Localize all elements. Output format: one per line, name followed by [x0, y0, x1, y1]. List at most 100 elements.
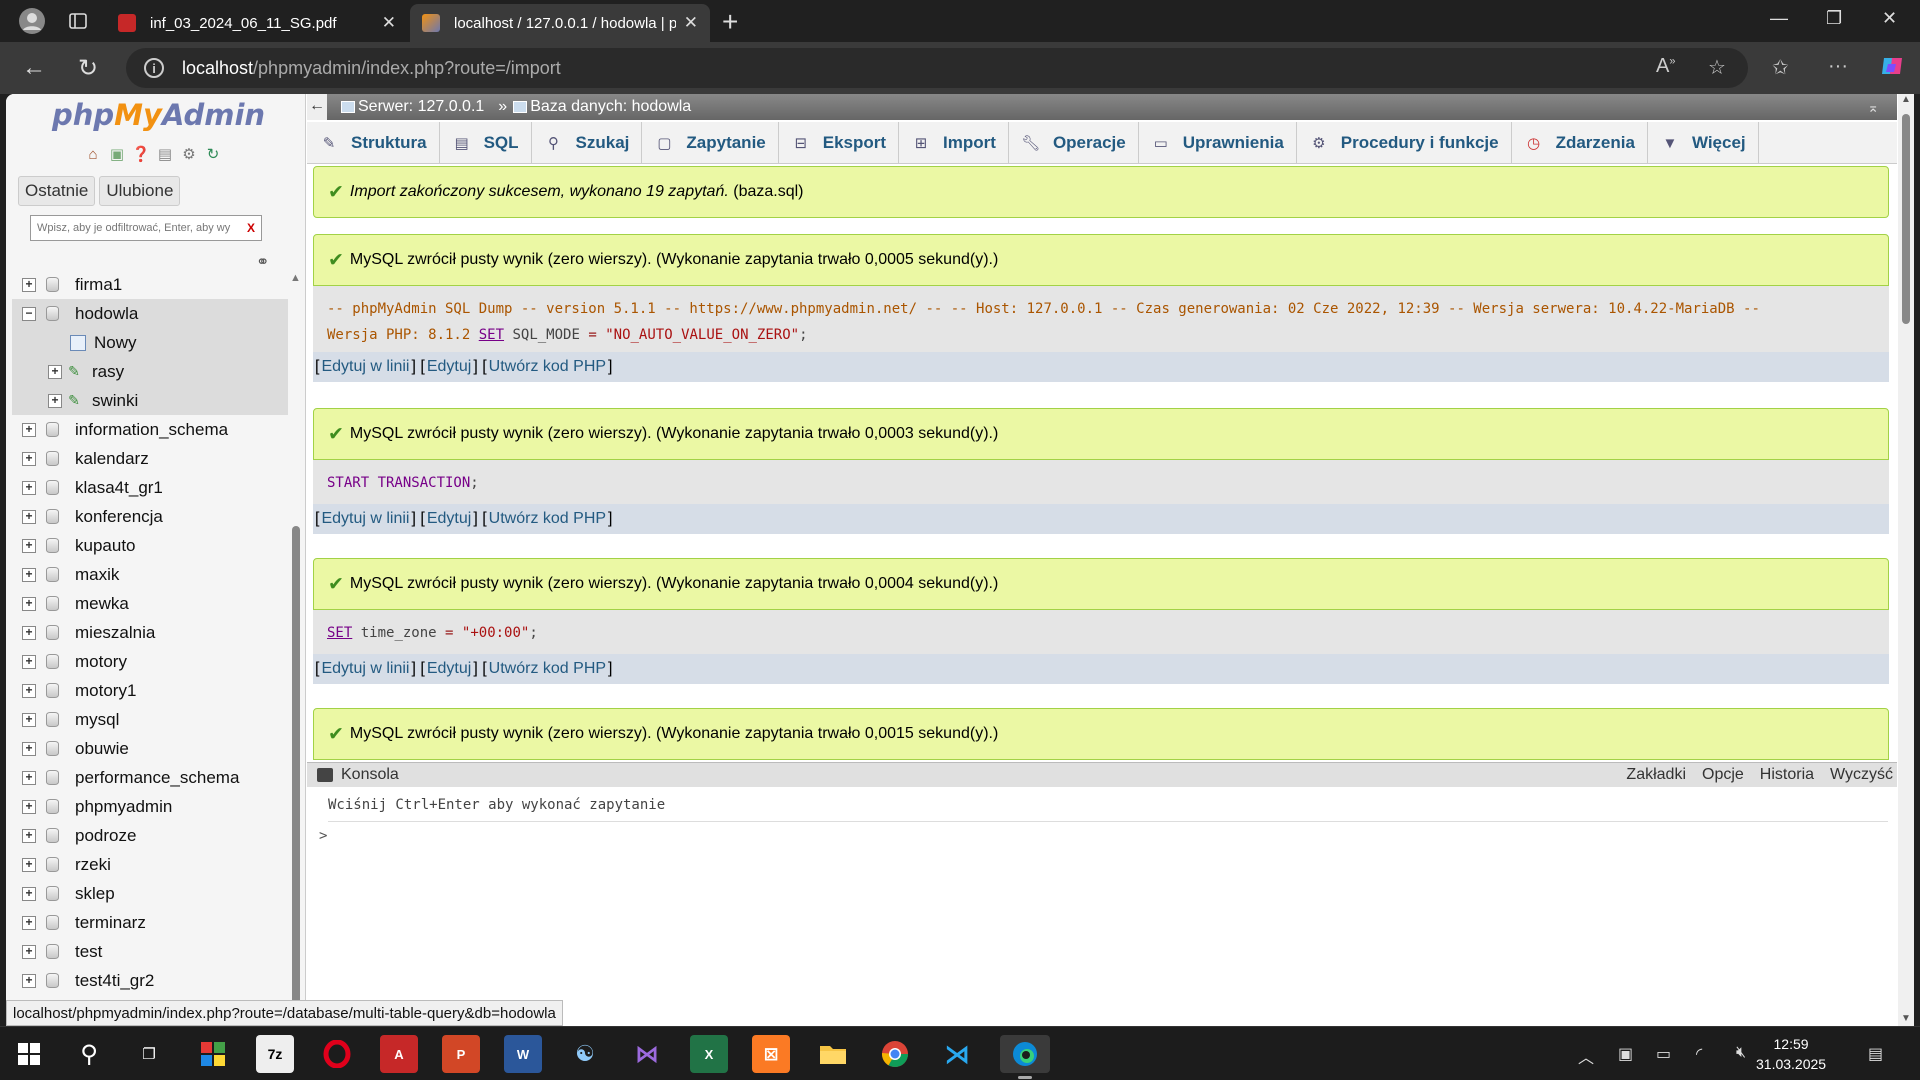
console-bookmarks[interactable]: Zakładki [1626, 766, 1686, 784]
db-label[interactable]: kalendarz [75, 449, 149, 469]
db-label[interactable]: firma1 [75, 275, 122, 295]
clock[interactable]: 12:59 31.03.2025 [1756, 1034, 1826, 1074]
back-icon[interactable]: ← [18, 52, 50, 84]
database-filter-input[interactable]: Wpisz, aby je odfiltrować, Enter, aby wy… [30, 215, 262, 241]
more-icon[interactable]: ··· [1828, 55, 1848, 78]
console-options[interactable]: Opcje [1702, 766, 1744, 784]
expand-icon[interactable]: + [22, 683, 36, 698]
tab-more[interactable]: ▼ Więcej [1648, 122, 1759, 164]
breadcrumb-database[interactable]: Baza danych: hodowla [513, 98, 691, 116]
volume-muted-icon[interactable]: 🔇︎ [1736, 1044, 1746, 1062]
edit-link[interactable]: Edytuj [427, 510, 471, 528]
expand-icon[interactable]: + [22, 625, 36, 640]
close-tab-icon[interactable]: ✕ [684, 13, 698, 33]
task-view-icon[interactable]: ❐ [130, 1035, 168, 1073]
db-label[interactable]: test [75, 942, 102, 962]
db-label[interactable]: motory [75, 652, 127, 672]
notifications-icon[interactable]: ▤ [1868, 1044, 1883, 1064]
expand-icon[interactable]: + [22, 567, 36, 582]
table-item-swinki[interactable]: + ✎ swinki [12, 386, 292, 415]
minimize-icon[interactable]: — [1770, 8, 1788, 29]
close-window-icon[interactable]: ✕ [1882, 8, 1897, 29]
7zip-icon[interactable]: 7z [256, 1035, 294, 1073]
expand-icon[interactable]: + [22, 741, 36, 756]
collapse-nav-icon[interactable]: ← [307, 94, 327, 120]
tab-actions-icon[interactable] [60, 3, 96, 39]
search-icon[interactable]: ⚲ [70, 1035, 108, 1073]
db-label[interactable]: konferencja [75, 507, 163, 527]
tab-routines[interactable]: ⚙ Procedury i funkcje [1297, 122, 1512, 164]
powerpoint-icon[interactable]: P [442, 1035, 480, 1073]
db-item[interactable]: + test4ti_gr2 [12, 966, 292, 995]
table-label[interactable]: swinki [92, 391, 138, 411]
start-icon[interactable] [10, 1035, 48, 1073]
db-item[interactable]: + maxik [12, 560, 292, 589]
recent-tab[interactable]: Ostatnie [18, 176, 96, 206]
db-label[interactable]: test4ti_gr2 [75, 971, 154, 991]
sql-query-box[interactable]: SET time_zone = "+00:00"; [313, 610, 1889, 654]
settings-icon[interactable]: ⚙ [179, 144, 199, 164]
db-label[interactable]: motory1 [75, 681, 136, 701]
sql-query-box[interactable]: -- phpMyAdmin SQL Dump -- version 5.1.1 … [313, 286, 1889, 352]
db-label[interactable]: obuwie [75, 739, 129, 759]
scroll-up-icon[interactable]: ▲ [290, 272, 301, 284]
phpmyadmin-logo[interactable]: phpMyAdmin [52, 98, 265, 132]
new-table-label[interactable]: Nowy [94, 333, 137, 353]
edit-inline-link[interactable]: Edytuj w linii [321, 660, 409, 678]
vscode-icon[interactable]: ⋊ [938, 1035, 976, 1073]
tab-structure[interactable]: ✎ Struktura [307, 122, 440, 164]
db-item[interactable]: + rzeki [12, 850, 292, 879]
db-item[interactable]: + motory1 [12, 676, 292, 705]
edit-inline-link[interactable]: Edytuj w linii [321, 510, 409, 528]
profile-icon[interactable] [14, 3, 50, 39]
create-php-link[interactable]: Utwórz kod PHP [489, 510, 606, 528]
db-label[interactable]: terminarz [75, 913, 146, 933]
home-icon[interactable]: ⌂ [83, 144, 103, 164]
link-with-main-panel-icon[interactable]: ⚭ [256, 252, 269, 272]
favorite-star-icon[interactable]: ☆ [1708, 55, 1726, 80]
expand-icon[interactable]: + [22, 509, 36, 524]
expand-icon[interactable]: + [48, 393, 62, 408]
expand-icon[interactable]: + [22, 799, 36, 814]
create-php-link[interactable]: Utwórz kod PHP [489, 358, 606, 376]
console-title[interactable]: Konsola [341, 766, 399, 784]
sql-keyword[interactable]: SET [327, 625, 352, 641]
tab-operations[interactable]: 🔧︎ Operacje [1009, 122, 1139, 164]
scroll-down-icon[interactable]: ▼ [1901, 1013, 1911, 1024]
db-label[interactable]: information_schema [75, 420, 228, 440]
console-history[interactable]: Historia [1760, 766, 1814, 784]
db-item[interactable]: + mewka [12, 589, 292, 618]
db-item[interactable]: + podroze [12, 821, 292, 850]
scroll-up-icon[interactable]: ▲ [1901, 94, 1911, 105]
db-item[interactable]: + kalendarz [12, 444, 292, 473]
console-toolbar[interactable]: Konsola Zakładki Opcje Historia Wyczyść [307, 763, 1897, 787]
tray-overflow-icon[interactable]: ︿ [1578, 1044, 1594, 1068]
db-label[interactable]: klasa4t_gr1 [75, 478, 163, 498]
word-icon[interactable]: W [504, 1035, 542, 1073]
db-item[interactable]: + motory [12, 647, 292, 676]
expand-icon[interactable]: + [22, 770, 36, 785]
db-item[interactable]: + performance_schema [12, 763, 292, 792]
db-item[interactable]: + mysql [12, 705, 292, 734]
db-item[interactable]: + firma1 [12, 270, 292, 299]
expand-icon[interactable]: + [22, 886, 36, 901]
workbench-icon[interactable]: ☯ [566, 1035, 604, 1073]
new-tab-button[interactable]: + [722, 6, 738, 38]
copilot-icon[interactable] [1878, 52, 1906, 86]
url-field[interactable]: i localhost/phpmyadmin/index.php?route=/… [126, 48, 1748, 88]
console-clear[interactable]: Wyczyść [1830, 766, 1893, 784]
close-tab-icon[interactable]: ✕ [382, 13, 396, 33]
create-php-link[interactable]: Utwórz kod PHP [489, 660, 606, 678]
visual-studio-icon[interactable]: ⋈ [628, 1035, 666, 1073]
tab-import[interactable]: ⊞ Import [899, 122, 1009, 164]
restore-icon[interactable]: ❐ [1826, 8, 1842, 29]
db-label[interactable]: rzeki [75, 855, 111, 875]
opera-icon[interactable] [318, 1035, 356, 1073]
new-table-item[interactable]: Nowy [12, 328, 292, 357]
expand-icon[interactable]: + [22, 973, 36, 988]
db-item-hodowla[interactable]: − hodowla [12, 299, 292, 328]
tab-query[interactable]: ▢ Zapytanie [642, 122, 779, 164]
db-item[interactable]: + kupauto [12, 531, 292, 560]
edit-link[interactable]: Edytuj [427, 660, 471, 678]
edit-inline-link[interactable]: Edytuj w linii [321, 358, 409, 376]
